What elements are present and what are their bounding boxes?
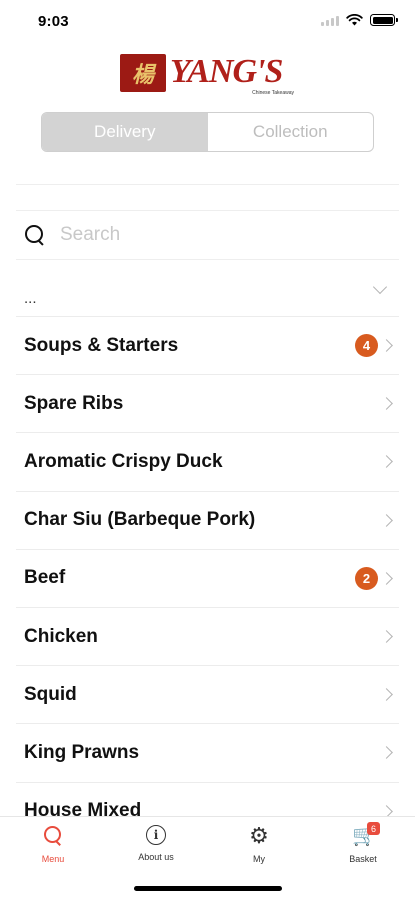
divider — [16, 210, 399, 211]
home-indicator — [134, 886, 282, 891]
chevron-right-icon — [380, 571, 393, 585]
battery-icon — [370, 14, 398, 26]
category-chicken[interactable]: Chicken — [16, 606, 399, 665]
category-char-siu[interactable]: Char Siu (Barbeque Pork) — [16, 490, 399, 549]
tab-menu[interactable]: Menu — [13, 825, 93, 873]
tab-about-us[interactable]: i About us — [116, 825, 196, 873]
tab-basket[interactable]: 🛒 6 Basket — [323, 822, 403, 873]
category-label: Aromatic Crispy Duck — [24, 450, 223, 472]
category-filter[interactable]: ... — [16, 270, 399, 314]
chevron-right-icon — [380, 397, 393, 411]
category-squid[interactable]: Squid — [16, 665, 399, 723]
divider — [16, 259, 399, 260]
item-count-badge: 2 — [355, 566, 378, 590]
divider — [16, 184, 399, 185]
tab-my[interactable]: ⚙ My — [219, 825, 299, 873]
search-input[interactable] — [60, 224, 399, 246]
category-aromatic-crispy-duck[interactable]: Aromatic Crispy Duck — [16, 432, 399, 490]
status-time: 9:03 — [38, 13, 69, 30]
logo-text: YANG'S — [170, 53, 283, 90]
chevron-right-icon — [380, 339, 393, 352]
tab-label: My — [253, 854, 265, 864]
logo-mark: 楊 — [120, 54, 166, 92]
category-spare-ribs[interactable]: Spare Ribs — [16, 374, 399, 432]
search-bar — [16, 212, 399, 258]
chevron-right-icon — [380, 513, 393, 527]
category-label: Squid — [24, 683, 77, 705]
info-icon: i — [146, 825, 166, 845]
category-label: King Prawns — [24, 741, 140, 763]
item-count-badge: 4 — [355, 334, 378, 358]
chevron-right-icon — [380, 630, 393, 643]
delivery-option[interactable]: Delivery — [42, 113, 208, 151]
collection-option[interactable]: Collection — [208, 113, 374, 151]
category-label: Chicken — [24, 625, 98, 647]
wifi-icon — [346, 14, 363, 26]
logo-subtitle: Chinese Takeaway — [252, 90, 294, 96]
category-label: Spare Ribs — [24, 392, 124, 414]
restaurant-logo: 楊 YANG'S Chinese Takeaway — [120, 52, 298, 100]
status-bar: 9:03 — [0, 0, 415, 44]
category-label: Beef — [24, 567, 66, 589]
chevron-right-icon — [380, 455, 393, 469]
search-icon — [42, 825, 64, 847]
category-label: Soups & Starters — [24, 334, 179, 356]
cart-icon: 🛒 6 — [352, 822, 380, 847]
basket-count-badge: 6 — [367, 822, 380, 835]
category-soups-starters[interactable]: Soups & Starters 4 — [16, 316, 399, 374]
gear-icon: ⚙ — [249, 823, 269, 848]
search-icon — [24, 224, 46, 246]
order-mode-toggle: Delivery Collection — [41, 112, 374, 152]
category-beef[interactable]: Beef 2 — [16, 548, 399, 607]
tab-label: Basket — [349, 854, 377, 864]
category-king-prawns[interactable]: King Prawns — [16, 723, 399, 781]
chevron-down-icon[interactable] — [372, 279, 388, 295]
status-icons — [321, 14, 398, 26]
signal-icon — [321, 15, 339, 26]
chevron-right-icon — [380, 688, 393, 702]
chevron-right-icon — [380, 746, 393, 760]
tab-label: Menu — [41, 854, 65, 864]
tab-label: About us — [138, 852, 174, 862]
category-list: Soups & Starters 4 Spare Ribs Aromatic C… — [16, 316, 399, 840]
filter-label: ... — [24, 290, 37, 307]
category-label: Char Siu (Barbeque Pork) — [24, 509, 256, 531]
